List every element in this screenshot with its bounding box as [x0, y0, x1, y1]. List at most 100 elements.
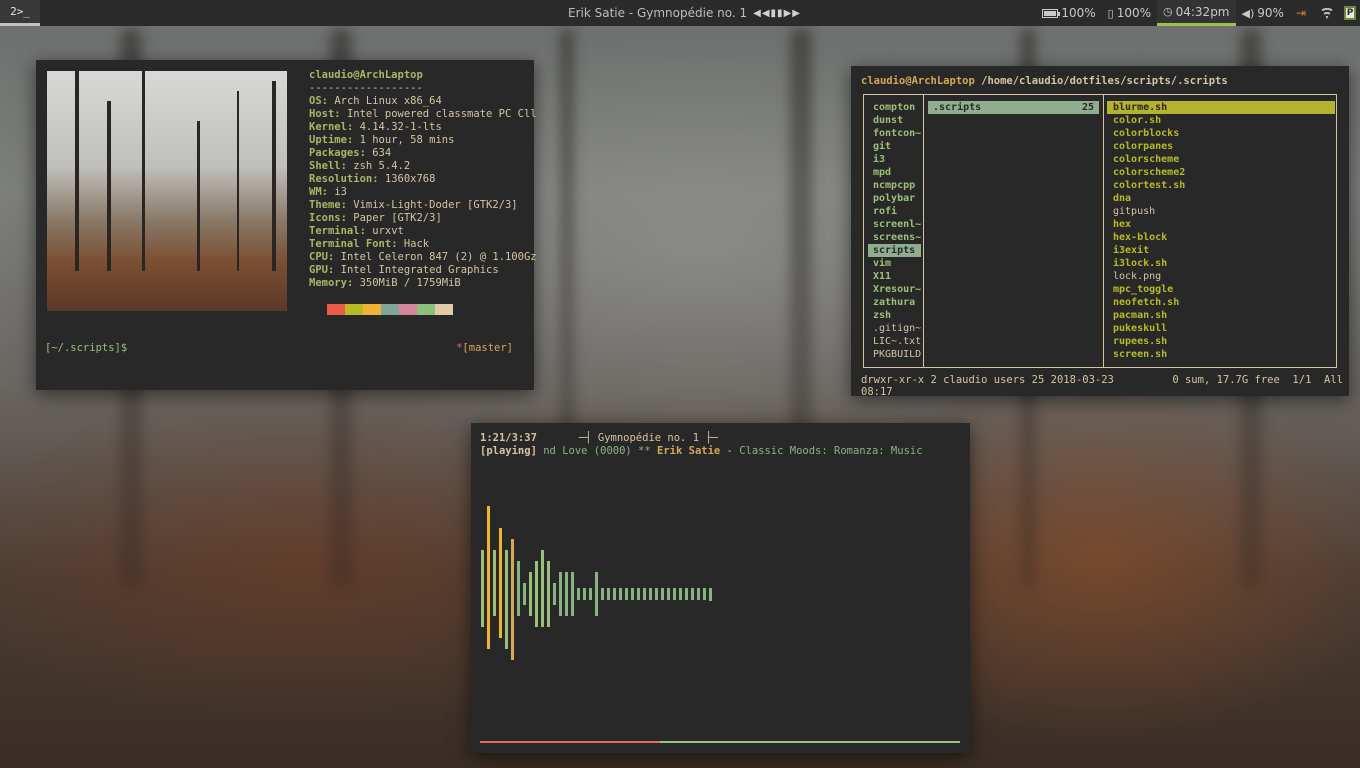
- tree-trunk: [197, 121, 200, 271]
- info-colon: :: [340, 199, 354, 211]
- file-item[interactable]: blurme.sh: [1107, 101, 1335, 114]
- parent-dir-item[interactable]: git: [868, 140, 923, 153]
- file-item[interactable]: neofetch.sh: [1107, 296, 1335, 309]
- git-branch: [master]: [462, 342, 513, 354]
- parent-dir-item[interactable]: compton: [868, 101, 923, 114]
- forest-photo: [47, 71, 287, 311]
- file-item[interactable]: dna: [1107, 192, 1335, 205]
- file-item[interactable]: rupees.sh: [1107, 335, 1335, 348]
- parent-dir-item[interactable]: rofi: [868, 205, 923, 218]
- ranger-user-host: claudio@ArchLaptop: [861, 75, 975, 87]
- visualizer-bar: [523, 583, 526, 605]
- visualizer-bar: [673, 588, 676, 600]
- pause-icon[interactable]: ▮▮: [771, 8, 784, 19]
- info-colon: :: [391, 238, 404, 250]
- info-key: OS: [309, 95, 322, 107]
- info-colon: :: [359, 225, 373, 237]
- wifi-module[interactable]: [1312, 0, 1342, 26]
- parent-dir-item[interactable]: dunst: [868, 114, 923, 127]
- visualizer-bar: [493, 550, 496, 616]
- parent-dir-item[interactable]: screenl~: [868, 218, 923, 231]
- file-item[interactable]: i3exit: [1107, 244, 1335, 257]
- scroll-text: nd Love (0000) **: [536, 445, 658, 457]
- parent-dir-item[interactable]: mpd: [868, 166, 923, 179]
- file-item[interactable]: lock.png: [1107, 270, 1335, 283]
- file-item[interactable]: colortest.sh: [1107, 179, 1335, 192]
- ncmpcpp-player[interactable]: 1:21/3:37 ─┤ Gymnopédie no. 1 ├─ [playing…: [471, 423, 970, 753]
- workspace-button[interactable]: 2 >_: [0, 0, 40, 26]
- parent-dir-item[interactable]: PKGBUILD: [868, 348, 923, 361]
- ranger-file-manager[interactable]: claudio@ArchLaptop /home/claudio/dotfile…: [851, 66, 1349, 398]
- visualizer-bar: [601, 588, 604, 600]
- info-row: OS: Arch Linux x86_64: [309, 95, 537, 108]
- neofetch-terminal[interactable]: claudio@ArchLaptop ------------------ OS: …: [36, 60, 537, 390]
- visualizer-bar: [667, 588, 670, 600]
- power-module[interactable]: ⇥: [1290, 0, 1312, 26]
- info-row: Kernel: 4.14.32-1-lts: [309, 121, 537, 134]
- info-colon: :: [327, 264, 341, 276]
- file-item[interactable]: colorpanes: [1107, 140, 1335, 153]
- updates-module[interactable]: P: [1342, 0, 1360, 26]
- info-colon: :: [327, 251, 341, 263]
- previous-icon[interactable]: ◀◀: [753, 8, 770, 19]
- parent-dir-item[interactable]: .gitign~: [868, 322, 923, 335]
- user-host: claudio@ArchLaptop: [309, 69, 423, 81]
- file-item[interactable]: gitpush: [1107, 205, 1335, 218]
- exit-icon[interactable]: ⇥: [1296, 6, 1306, 20]
- file-item[interactable]: i3lock.sh: [1107, 257, 1335, 270]
- player-status: [playing] nd Love (0000) ** Erik Satie -…: [480, 445, 923, 457]
- file-item[interactable]: pacman.sh: [1107, 309, 1335, 322]
- palette-swatch: [327, 304, 345, 315]
- visualizer-bar: [577, 588, 580, 600]
- progress-bar[interactable]: [480, 741, 960, 743]
- parent-dir-item[interactable]: zsh: [868, 309, 923, 322]
- battery-level: 100%: [1061, 6, 1096, 20]
- clock-module[interactable]: ◷ 04:32pm: [1157, 0, 1236, 26]
- info-row: Terminal: urxvt: [309, 225, 537, 238]
- parent-dir-item[interactable]: screens~: [868, 231, 923, 244]
- visualizer-bar: [613, 588, 616, 600]
- parent-dir-item[interactable]: ncmpcpp: [868, 179, 923, 192]
- parent-dir-item[interactable]: X11: [868, 270, 923, 283]
- file-item[interactable]: colorscheme2: [1107, 166, 1335, 179]
- selected-directory[interactable]: .scripts 25: [928, 101, 1099, 114]
- file-item[interactable]: hex-block: [1107, 231, 1335, 244]
- visualizer-bar: [553, 583, 556, 605]
- palette-swatch: [399, 304, 417, 315]
- info-key: CPU: [309, 251, 328, 263]
- info-row: Theme: Vimix-Light-Doder [GTK2/3]: [309, 199, 537, 212]
- info-key: Uptime: [309, 134, 347, 146]
- battery-module: 100%: [1036, 0, 1101, 26]
- now-playing[interactable]: Erik Satie - Gymnopédie no. 1 ◀◀▮▮▶▶: [568, 0, 801, 26]
- visualizer-bar: [607, 588, 610, 600]
- parent-dir-item[interactable]: i3: [868, 153, 923, 166]
- file-item[interactable]: color.sh: [1107, 114, 1335, 127]
- shell-prompt[interactable]: [~/.scripts]$: [45, 342, 127, 354]
- file-item[interactable]: hex: [1107, 218, 1335, 231]
- palette-swatch: [345, 304, 363, 315]
- battery-charge-icon: ▯: [1107, 6, 1114, 20]
- visualizer-bar: [511, 539, 514, 660]
- info-key: Terminal: [309, 225, 360, 237]
- parent-dir-item[interactable]: Xresour~: [868, 283, 923, 296]
- next-icon[interactable]: ▶▶: [784, 8, 801, 19]
- selected-directory-name: .scripts: [933, 102, 982, 113]
- file-item[interactable]: mpc_toggle: [1107, 283, 1335, 296]
- parent-dir-item[interactable]: LIC~.txt: [868, 335, 923, 348]
- visualizer-bar: [583, 588, 586, 600]
- visualizer-bar: [697, 588, 700, 600]
- file-item[interactable]: screen.sh: [1107, 348, 1335, 361]
- file-item[interactable]: colorscheme: [1107, 153, 1335, 166]
- volume-module[interactable]: ◀) 90%: [1236, 0, 1290, 26]
- parent-dir-item[interactable]: polybar: [868, 192, 923, 205]
- file-item[interactable]: colorblocks: [1107, 127, 1335, 140]
- preview-column: blurme.sh color.sh colorblocks colorpanes co…: [1105, 95, 1337, 367]
- parent-dir-item[interactable]: scripts: [868, 244, 921, 257]
- info-value: 4.14.32-1-lts: [359, 121, 442, 133]
- file-item[interactable]: pukeskull: [1107, 322, 1335, 335]
- media-controls[interactable]: ◀◀▮▮▶▶: [753, 8, 801, 19]
- parent-dir-item[interactable]: fontcon~: [868, 127, 923, 140]
- parent-dir-item[interactable]: vim: [868, 257, 923, 270]
- parent-dir-item[interactable]: zathura: [868, 296, 923, 309]
- info-value: urxvt: [372, 225, 404, 237]
